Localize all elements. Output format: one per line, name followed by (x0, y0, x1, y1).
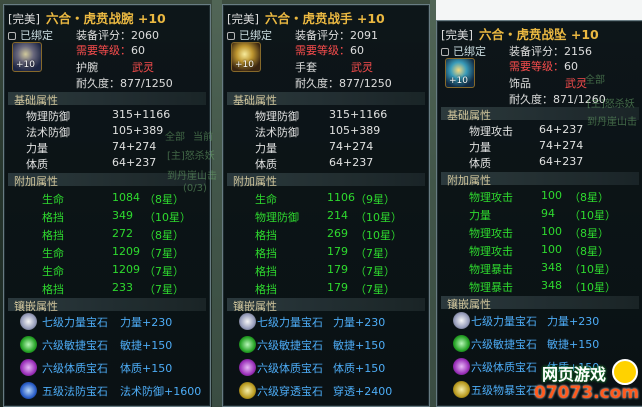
extra-attr-row: 物理攻击 100 （8星） (469, 189, 609, 204)
overlay-tab-all: 全部 (165, 132, 185, 143)
background-top (436, 0, 642, 20)
extra-attr-row: 格挡 269 （10星） (255, 227, 402, 242)
item-type: 饰品 武灵 (509, 77, 587, 90)
section-header-extra: 附加属性 (441, 172, 639, 187)
extra-attr-row: 生命 1209 （7星） (42, 263, 184, 278)
overlay-tab-current: 当前 (193, 132, 213, 143)
extra-attr-row: 物理暴击 348 （10星） (469, 261, 616, 276)
item-title: [完美] 六合・虎贲战腕 +10 (8, 11, 166, 26)
gem-row: 六级敏捷宝石 敏捷+150 (471, 338, 600, 351)
item-tooltip-pendant: [完美] 六合・虎贲战坠 +10 已绑定 装备评分：2156 需要等级：60 +1… (436, 20, 642, 407)
section-header-gem: 镶嵌属性 (227, 298, 425, 313)
bound-status: 已绑定 (8, 27, 53, 43)
base-attr-row: 体质 64+237 (255, 156, 374, 171)
item-type: 手套 武灵 (295, 61, 373, 74)
base-attr-row: 物理防御 315+1166 (26, 108, 171, 123)
overlay-quest: [主]怒杀妖 (587, 99, 635, 110)
gem-row: 七级力量宝石 力量+230 (42, 316, 173, 329)
site-watermark-logo: 网页游戏 07073.com (530, 359, 639, 405)
overlay-quest: [主]怒杀妖 (167, 151, 215, 162)
item-icon[interactable]: +10 (12, 42, 42, 72)
gem-row: 七级力量宝石 力量+230 (471, 315, 600, 328)
extra-attr-row: 格挡 233 （7星） (42, 281, 184, 296)
lock-icon (8, 32, 16, 40)
item-type: 护腕 武灵 (76, 61, 154, 74)
lock-icon (441, 48, 449, 56)
item-icon[interactable]: +10 (445, 58, 475, 88)
item-tooltip-bracer: [完美] 六合・虎贲战腕 +10 已绑定 装备评分：2060 需要等级：60 +1… (3, 4, 211, 407)
extra-attr-row: 物理攻击 100 （8星） (469, 225, 609, 240)
extra-attr-row: 生命 1209 （7星） (42, 245, 184, 260)
extra-attr-row: 物理防御 214 （10星） (255, 209, 402, 224)
section-header-extra: 附加属性 (227, 173, 425, 188)
item-icon[interactable]: +10 (231, 42, 261, 72)
required-level: 需要等级：60 (509, 60, 578, 73)
overlay-quest-detail: 到丹崖山击 (587, 117, 637, 128)
overlay-quest-count: (0/3) (183, 183, 207, 194)
extra-attr-row: 格挡 179 （7星） (255, 245, 395, 260)
background-strip (212, 0, 222, 407)
mascot-icon (612, 359, 638, 385)
equip-score: 装备评分：2156 (509, 45, 592, 58)
base-attr-row: 体质 64+237 (469, 155, 584, 170)
lock-icon (227, 32, 235, 40)
extra-attr-row: 力量 94 （10星） (469, 207, 616, 222)
equip-score: 装备评分：2091 (295, 29, 378, 42)
gem-row: 七级力量宝石 力量+230 (257, 316, 386, 329)
extra-attr-row: 格挡 349 （10星） (42, 209, 191, 224)
base-attr-row: 物理防御 315+1166 (255, 108, 388, 123)
gem-row: 六级敏捷宝石 敏捷+150 (257, 339, 386, 352)
equip-score: 装备评分：2060 (76, 29, 159, 42)
durability: 耐久度：877/1250 (295, 77, 392, 90)
extra-attr-row: 格挡 179 （7星） (255, 263, 395, 278)
overlay-quest-detail: 到丹崖山击 (167, 171, 217, 182)
extra-attr-row: 生命 1106 （9星） (255, 191, 395, 206)
base-attr-row: 法术防御 105+389 (255, 124, 381, 139)
durability: 耐久度：877/1250 (76, 77, 173, 90)
extra-attr-row: 格挡 272 （8星） (42, 227, 184, 242)
overlay-tab-all: 全部 (585, 75, 605, 86)
gem-row: 六级体质宝石 体质+150 (257, 362, 386, 375)
gem-row: 六级敏捷宝石 敏捷+150 (42, 339, 173, 352)
bound-status: 已绑定 (441, 43, 486, 59)
bound-status: 已绑定 (227, 27, 272, 43)
item-title: [完美] 六合・虎贲战坠 +10 (441, 27, 599, 42)
gem-row: 六级体质宝石 体质+150 (42, 362, 173, 375)
item-title: [完美] 六合・虎贲战手 +10 (227, 11, 385, 26)
section-header-gem: 镶嵌属性 (8, 298, 206, 313)
extra-attr-row: 物理暴击 348 （10星） (469, 279, 616, 294)
required-level: 需要等级：60 (76, 44, 145, 57)
required-level: 需要等级：60 (295, 44, 364, 57)
base-attr-row: 力量 74+274 (255, 140, 374, 155)
extra-attr-row: 生命 1084 （8星） (42, 191, 184, 206)
gem-row: 五级法防宝石 法术防御+1600 (42, 385, 202, 398)
section-header-base: 基础属性 (227, 92, 425, 107)
section-header-gem: 镶嵌属性 (441, 296, 639, 311)
section-header-base: 基础属性 (8, 92, 206, 107)
base-attr-row: 力量 74+274 (469, 139, 584, 154)
item-tooltip-gloves: [完美] 六合・虎贲战手 +10 已绑定 装备评分：2091 需要等级：60 +1… (165, 4, 430, 407)
extra-attr-row: 格挡 179 （7星） (255, 281, 395, 296)
extra-attr-row: 物理攻击 100 （8星） (469, 243, 609, 258)
gem-row: 六级穿透宝石 穿透+2400 (257, 385, 393, 398)
